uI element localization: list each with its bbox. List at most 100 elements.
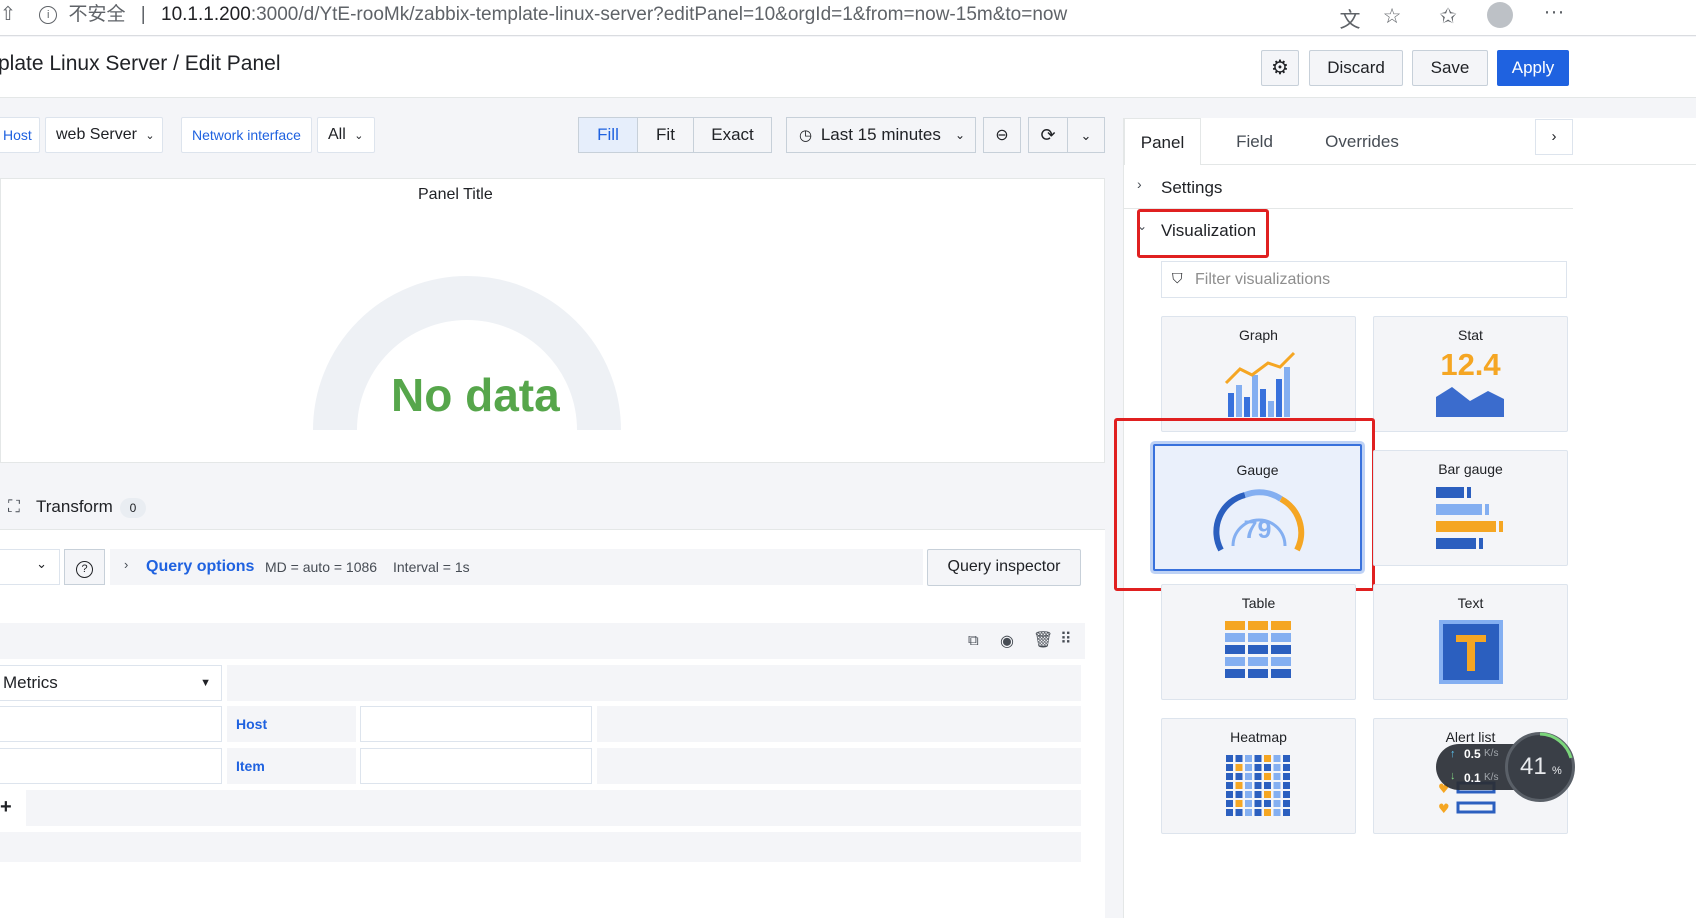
application-input[interactable] — [0, 748, 222, 784]
cpu-usage-percent: 41 — [1520, 753, 1547, 780]
heatmap-icon-cell — [1254, 773, 1262, 780]
address-bar[interactable]: ⇧ i 不安全 | 10.1.1.200:3000/d/YtE-rooMk/za… — [0, 0, 1067, 36]
filter-placeholder: Filter visualizations — [1195, 271, 1331, 288]
cpu-usage-sign: % — [1552, 765, 1562, 777]
host-input[interactable] — [360, 706, 592, 742]
datasource-select[interactable]: ⌄ — [0, 549, 60, 585]
heatmap-icon-cell — [1235, 755, 1243, 762]
host-variable-select[interactable]: web Server ⌄ — [45, 117, 163, 153]
query-row-header — [0, 623, 1085, 659]
heatmap-icon-cell — [1226, 782, 1233, 789]
refresh-icon: ⟳ — [1040, 125, 1056, 145]
settings-button[interactable]: ⚙ — [1261, 50, 1299, 86]
upload-arrow-icon: ↑ — [1450, 748, 1456, 760]
collapse-pane-button[interactable]: › — [1535, 119, 1573, 155]
heatmap-icon-cell — [1264, 764, 1271, 771]
chevron-down-icon: ⌄ — [1080, 128, 1092, 143]
host-variable-value: web Server — [56, 126, 137, 143]
time-range-picker[interactable]: ◷ Last 15 minutes ⌄ — [786, 117, 976, 153]
heatmap-icon-cell — [1264, 800, 1271, 807]
info-circle-icon[interactable]: i — [39, 5, 58, 24]
fill-toggle[interactable]: Fill — [578, 117, 638, 153]
drag-handle-icon[interactable]: ⠿ — [1060, 629, 1072, 649]
table-viz-icon — [1225, 621, 1291, 678]
viz-card-label: Graph — [1239, 327, 1278, 343]
page-title: plate Linux Server / Edit Panel — [0, 52, 281, 75]
netif-variable-select[interactable]: All ⌄ — [317, 117, 375, 153]
gear-icon: ⚙ — [1271, 57, 1289, 79]
more-icon[interactable]: ··· — [1540, 0, 1568, 24]
heatmap-icon-cell — [1283, 764, 1290, 771]
cpu-usage-widget[interactable]: 41 % — [1505, 732, 1575, 802]
chevron-right-icon: › — [1137, 176, 1142, 192]
tab-field[interactable]: Field — [1208, 118, 1301, 165]
apply-button[interactable]: Apply — [1497, 50, 1569, 86]
discard-button[interactable]: Discard — [1309, 50, 1403, 86]
query-mode-select[interactable]: Metrics ▼ — [0, 665, 222, 701]
star-icon[interactable]: ☆ — [1378, 4, 1406, 29]
transform-count-badge: 0 — [120, 498, 146, 518]
tab-overrides[interactable]: Overrides — [1305, 118, 1419, 165]
download-speed: 0.1 — [1464, 771, 1481, 785]
zoom-out-button[interactable]: ⊖ — [983, 117, 1021, 153]
text-viz-icon — [1439, 620, 1503, 684]
gauge-highlight — [1114, 418, 1375, 591]
heatmap-icon-cell — [1283, 809, 1290, 816]
duplicate-icon[interactable]: ⧉ — [968, 632, 979, 649]
heatmap-icon-cell — [1254, 791, 1262, 798]
viz-card-heatmap[interactable]: Heatmap — [1161, 718, 1356, 834]
group-input[interactable] — [0, 706, 222, 742]
viz-card-label: Heatmap — [1230, 729, 1287, 745]
settings-section-header[interactable]: › Settings — [1123, 170, 1573, 206]
no-data-label: No data — [391, 369, 560, 421]
clock-icon: ◷ — [799, 127, 813, 144]
heatmap-viz-icon — [1226, 755, 1290, 816]
heatmap-icon-cell — [1283, 791, 1290, 798]
filter-visualizations-input[interactable]: ⛉ Filter visualizations — [1161, 261, 1567, 298]
visualization-highlight — [1137, 209, 1269, 258]
max-data-points-info: MD = auto = 1086 — [265, 559, 378, 575]
host-field-label: Host — [236, 716, 268, 732]
transform-tab[interactable]: ⛶ Transform 0 — [0, 491, 1105, 529]
query-inspector-button[interactable]: Query inspector — [927, 549, 1081, 586]
viz-card-label: Text — [1457, 595, 1484, 611]
profile-avatar[interactable] — [1487, 2, 1513, 28]
item-field-label: Item — [236, 758, 265, 774]
translate-icon[interactable]: ⽂ — [1336, 4, 1364, 34]
trash-icon[interactable]: 🗑 — [1033, 630, 1053, 650]
url-host: 10.1.1.200 — [161, 4, 251, 25]
add-query-filler — [26, 790, 1081, 826]
refresh-button[interactable]: ⟳ — [1028, 117, 1068, 153]
graph-viz-icon — [1224, 351, 1296, 417]
viz-card-bar-gauge[interactable]: Bar gauge — [1373, 450, 1568, 566]
add-query-button[interactable]: + — [0, 790, 22, 826]
item-filler — [597, 748, 1081, 784]
save-button[interactable]: Save — [1412, 50, 1488, 86]
fit-toggle[interactable]: Fit — [637, 117, 694, 153]
viz-card-stat[interactable]: Stat 12.4 — [1373, 316, 1568, 432]
heatmap-icon-cell — [1226, 764, 1233, 771]
transform-label: Transform — [36, 497, 113, 516]
favorites-icon[interactable]: ✩ — [1434, 4, 1462, 29]
heatmap-icon-cell — [1273, 755, 1281, 762]
tab-panel[interactable]: Panel — [1124, 118, 1201, 165]
viz-card-text[interactable]: Text — [1373, 584, 1568, 700]
refresh-interval-dropdown[interactable]: ⌄ — [1067, 117, 1105, 153]
exact-toggle[interactable]: Exact — [693, 117, 772, 153]
heatmap-icon-cell — [1264, 809, 1271, 816]
query-options-bar[interactable]: › Query options MD = auto = 1086 Interva… — [110, 549, 923, 585]
heatmap-icon-cell — [1264, 755, 1271, 762]
chevron-right-icon: › — [124, 557, 129, 572]
upload-unit: K/s — [1484, 748, 1499, 759]
url-separator: | — [140, 4, 146, 25]
eye-icon[interactable]: ◉ — [1000, 631, 1014, 651]
viz-card-graph[interactable]: Graph — [1161, 316, 1356, 432]
viz-card-table[interactable]: Table — [1161, 584, 1356, 700]
heatmap-icon-cell — [1226, 773, 1233, 780]
heatmap-icon-cell — [1283, 782, 1290, 789]
heatmap-icon-cell — [1273, 791, 1281, 798]
item-input[interactable] — [360, 748, 592, 784]
netif-variable-label: Network interface — [181, 117, 312, 153]
help-button[interactable]: ? — [64, 549, 105, 585]
question-circle-icon: ? — [76, 561, 93, 578]
